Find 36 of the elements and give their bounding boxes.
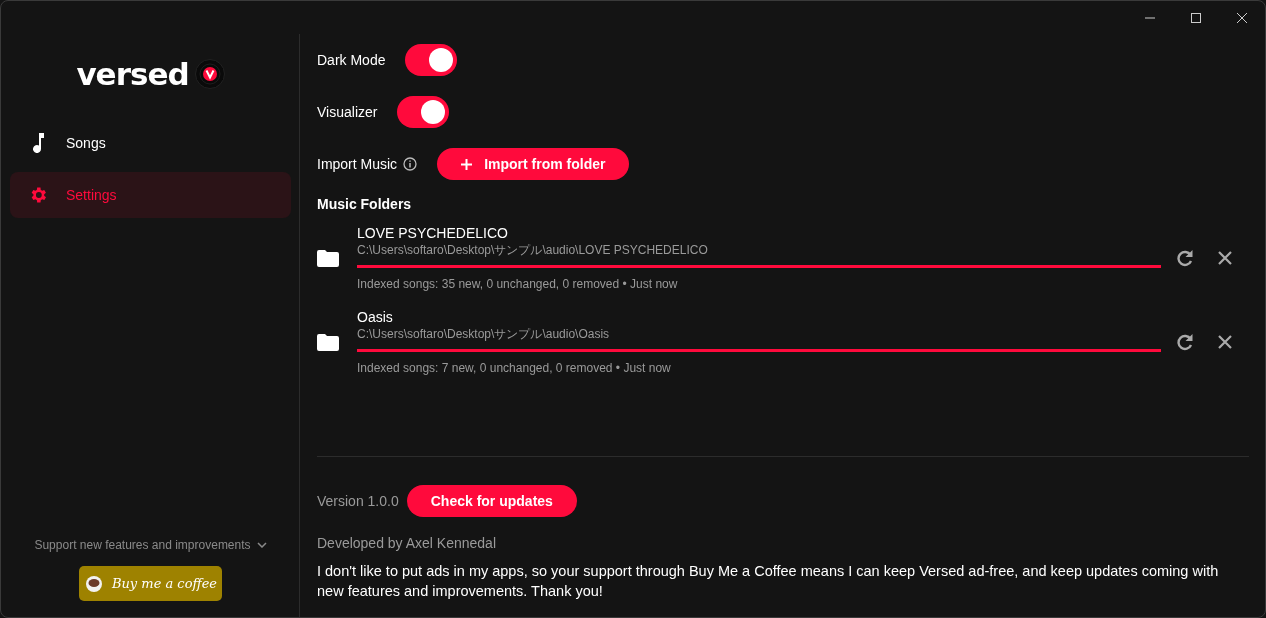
support-text: Support new features and improvements [34, 538, 251, 552]
folder-icon [317, 333, 339, 351]
close-icon [1236, 12, 1248, 23]
setting-label: Dark Mode [317, 52, 386, 68]
import-button[interactable]: Import from folder [437, 148, 630, 180]
index-status: Indexed songs: 35 new, 0 unchanged, 0 removed • Just now [357, 276, 679, 292]
support-message: I don't like to put ads in my apps, so your support through Buy Me a Coffee means I can keep Versed ad-free, and keep updates coming with new features and improvements. Thank you! [317, 562, 1220, 601]
folder-name: LOVE PSYCHEDELICO [357, 224, 509, 242]
logo-text: versed [76, 56, 189, 92]
info-icon[interactable] [403, 157, 418, 171]
maximize-icon [1190, 12, 1202, 23]
folder-path: C:\Users\softaro\Desktop\サンプル\audio\LOVE PSYCHEDELICO [357, 241, 709, 258]
folder-path: C:\Users\softaro\Desktop\サンプル\audio\Oasis [357, 325, 611, 342]
developer-text: Developed by Axel Kennedal [317, 535, 498, 551]
folder-name: Oasis [357, 308, 394, 326]
music-note-icon [31, 133, 45, 153]
version-text: Version 1.0.0 [317, 493, 399, 509]
refresh-icon [1176, 249, 1194, 267]
nav-item[interactable]: Settings [10, 172, 291, 218]
coffee-cup-icon [83, 574, 104, 593]
setting-label: Import Music [317, 156, 398, 172]
vinyl-record-icon [194, 59, 225, 89]
check-updates-button[interactable]: Check for updates [406, 485, 577, 517]
folder-icon [317, 249, 339, 267]
refresh-icon [1176, 333, 1194, 351]
buy-me-a-coffee-button[interactable]: Buy me a coffee [79, 566, 222, 601]
section-heading: Music Folders [317, 196, 413, 212]
close-icon [1217, 334, 1233, 350]
close-icon [1217, 250, 1233, 266]
plus-icon [461, 158, 473, 170]
nav-item[interactable]: Songs [10, 120, 291, 166]
toggle-switch[interactable] [405, 44, 458, 76]
chevron-down-icon[interactable] [256, 542, 267, 548]
index-status: Indexed songs: 7 new, 0 unchanged, 0 removed • Just now [357, 360, 672, 376]
toggle-switch[interactable] [397, 96, 450, 128]
setting-label: Visualizer [317, 104, 378, 120]
